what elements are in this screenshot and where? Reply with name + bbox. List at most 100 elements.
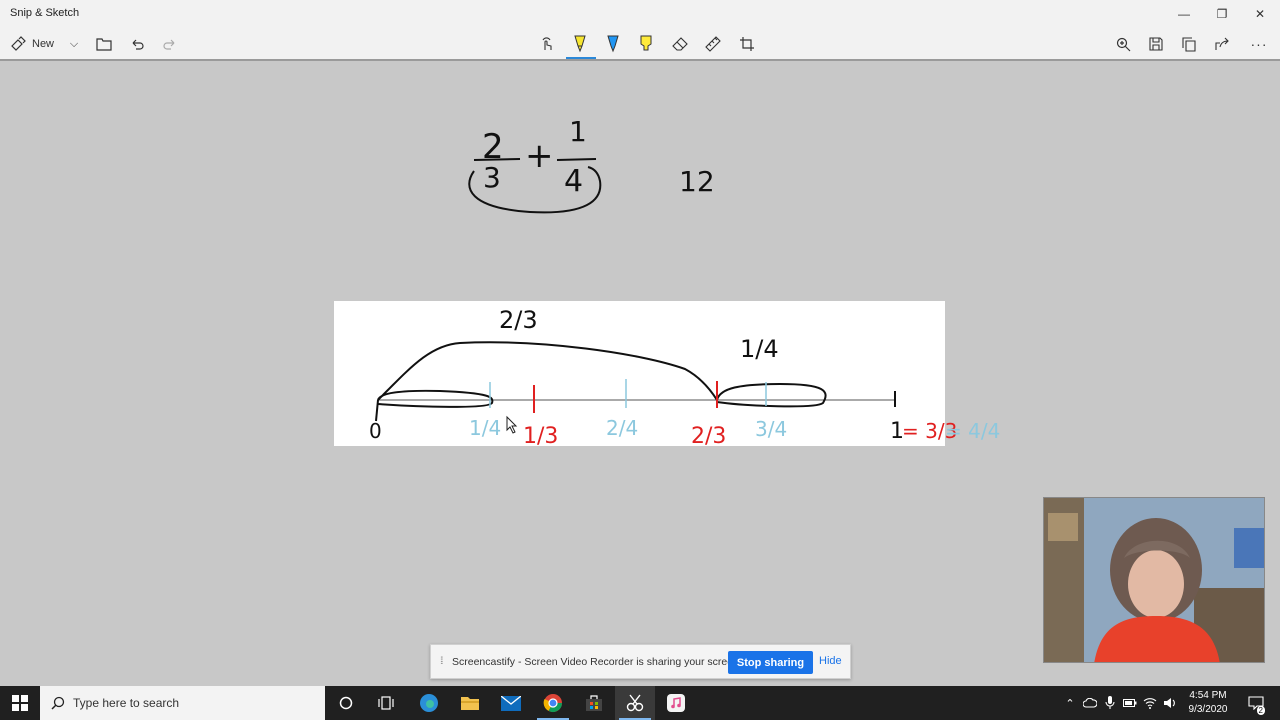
undo-icon	[132, 39, 144, 50]
taskbar-edge[interactable]	[409, 686, 449, 720]
drag-handle-icon[interactable]: ⁞⁞	[440, 656, 443, 667]
clock-time: 4:54 PM	[1189, 690, 1227, 701]
touch-writing-button[interactable]	[538, 31, 556, 57]
search-placeholder: Type here to search	[73, 696, 180, 710]
itunes-icon	[667, 694, 685, 712]
close-button[interactable]: ✕	[1241, 0, 1279, 27]
restore-button[interactable]: ❐	[1203, 0, 1241, 27]
save-icon	[1149, 37, 1163, 51]
store-icon	[586, 695, 602, 711]
new-label: New	[32, 38, 55, 50]
windows-logo-icon	[12, 695, 28, 711]
undo-button[interactable]	[128, 31, 146, 57]
taskbar-itunes[interactable]	[656, 686, 696, 720]
pencil-button[interactable]	[604, 31, 622, 57]
denominator-right: 4	[564, 164, 583, 199]
chrome-icon	[543, 694, 562, 713]
task-view-icon	[378, 696, 394, 710]
open-folder-icon	[96, 38, 112, 51]
screen-share-bar: ⁞⁞ Screencastify - Screen Video Recorder…	[430, 644, 851, 679]
pencil-icon	[607, 35, 619, 53]
onedrive-tray[interactable]	[1080, 686, 1100, 720]
zoom-button[interactable]	[1114, 31, 1132, 57]
taskbar-chrome[interactable]	[533, 686, 573, 720]
ruler-button[interactable]	[704, 31, 722, 57]
share-button[interactable]	[1213, 31, 1231, 57]
quarter-label-2: 2/4	[606, 416, 638, 440]
jump-label-two-thirds: 2/3	[499, 306, 538, 334]
plus-operator: +	[525, 136, 554, 176]
presenter-video	[1044, 498, 1264, 662]
drawing-canvas[interactable]: 2 3 + 1 4 12 0 2/3 1/4 1/4 2/4 3/4 1/3 2…	[0, 63, 1280, 684]
cursor-icon	[506, 415, 518, 434]
copy-button[interactable]	[1180, 31, 1198, 57]
task-view-button[interactable]	[366, 686, 406, 720]
copy-icon	[1182, 36, 1196, 52]
volume-icon	[1164, 698, 1175, 708]
third-label-1: 1/3	[523, 424, 558, 449]
quarter-loop	[377, 389, 494, 408]
title-bar: Snip & Sketch — ❐ ✕	[0, 0, 1280, 27]
share-message: Screencastify - Screen Video Recorder is…	[452, 656, 742, 668]
clock-date: 9/3/2020	[1188, 704, 1228, 715]
third-label-2: 2/3	[691, 424, 726, 449]
share-icon	[1214, 37, 1229, 50]
ruler-icon	[705, 36, 721, 52]
file-explorer-icon	[461, 697, 479, 710]
redo-icon	[163, 39, 175, 50]
taskbar-search[interactable]: Type here to search	[40, 686, 325, 720]
right-loop	[716, 382, 827, 408]
highlighter-icon	[640, 35, 652, 51]
show-hidden-icons-button[interactable]: ⌃	[1060, 686, 1080, 720]
open-folder-button[interactable]	[95, 31, 113, 57]
zero-tick	[375, 399, 379, 422]
more-icon[interactable]: ···	[1248, 31, 1270, 57]
fraction-bar-left	[473, 158, 521, 161]
hide-button[interactable]: Hide	[819, 655, 842, 667]
zero-label: 0	[369, 419, 382, 443]
new-button[interactable]: New	[10, 31, 54, 57]
crop-icon	[740, 37, 754, 51]
wifi-tray[interactable]	[1140, 686, 1160, 720]
ballpoint-pen-button[interactable]	[571, 31, 589, 57]
save-button[interactable]	[1147, 31, 1165, 57]
notification-count: 2	[1256, 706, 1265, 715]
toolbar: New ⌵ ···	[0, 27, 1280, 61]
redo-button[interactable]	[161, 31, 179, 57]
webcam-overlay[interactable]	[1043, 497, 1265, 663]
highlighter-button[interactable]	[637, 31, 655, 57]
new-dropdown-chevron[interactable]: ⌵	[66, 31, 82, 57]
system-clock[interactable]: 4:54 PM 9/3/2020	[1178, 689, 1238, 717]
selected-tool-indicator	[566, 57, 596, 59]
cortana-icon	[339, 696, 353, 710]
stop-sharing-button[interactable]: Stop sharing	[728, 651, 813, 674]
microphone-tray[interactable]	[1100, 686, 1120, 720]
battery-tray[interactable]	[1120, 686, 1140, 720]
start-button[interactable]	[0, 686, 40, 720]
numerator-right: 1	[569, 115, 587, 148]
crop-button[interactable]	[738, 31, 756, 57]
fraction-bar-right	[556, 158, 597, 161]
taskbar-mail[interactable]	[491, 686, 531, 720]
app-title: Snip & Sketch	[10, 7, 80, 19]
eraser-icon	[672, 37, 688, 51]
snip-sketch-icon	[626, 694, 644, 712]
quarter-label-1: 1/4	[469, 416, 501, 440]
jump-label-one-quarter: 1/4	[740, 335, 779, 363]
new-icon	[11, 36, 26, 51]
wifi-icon	[1143, 698, 1157, 709]
taskbar-file-explorer[interactable]	[450, 686, 490, 720]
denominator-left: 3	[483, 161, 501, 194]
taskbar-store[interactable]	[574, 686, 614, 720]
edge-icon	[420, 694, 438, 712]
side-note-number: 12	[679, 165, 715, 198]
zoom-icon	[1116, 37, 1130, 51]
taskbar-snip-sketch[interactable]	[615, 686, 655, 720]
cloud-icon	[1083, 698, 1097, 708]
battery-icon	[1123, 699, 1137, 707]
eraser-button[interactable]	[671, 31, 689, 57]
notification-center-button[interactable]: 2	[1244, 686, 1268, 720]
volume-tray[interactable]	[1160, 686, 1180, 720]
cortana-button[interactable]	[326, 686, 366, 720]
minimize-button[interactable]: —	[1165, 0, 1203, 27]
